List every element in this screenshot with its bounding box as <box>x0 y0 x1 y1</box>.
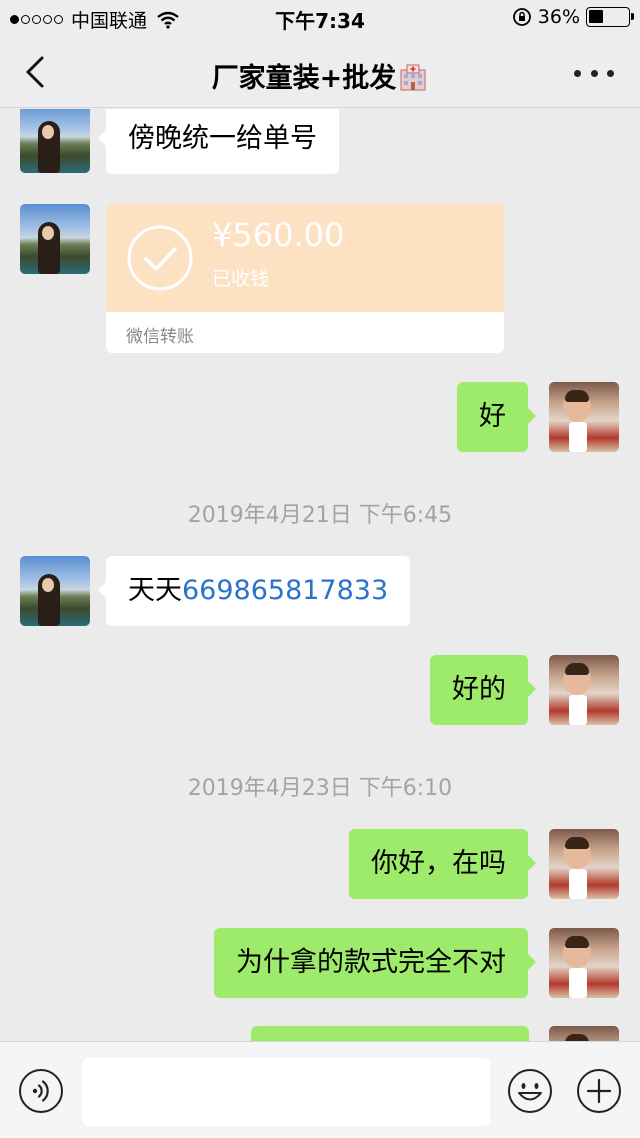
battery-fill <box>589 10 603 23</box>
message-text: 天天 <box>128 575 182 606</box>
contact-avatar[interactable] <box>20 204 90 274</box>
check-circle-icon <box>127 225 193 291</box>
outgoing-message-bubble[interactable]: 好 <box>457 382 536 452</box>
transfer-card-header: ¥560.00 已收钱 <box>106 204 504 312</box>
input-bar <box>0 1041 640 1138</box>
hospital-icon <box>400 64 426 91</box>
outgoing-message-bubble-partial[interactable] <box>251 1026 529 1041</box>
emoji-icon[interactable] <box>507 1068 553 1114</box>
transfer-status: 已收钱 <box>212 268 270 290</box>
my-avatar[interactable] <box>549 829 619 899</box>
plus-icon[interactable] <box>576 1068 622 1114</box>
contact-avatar[interactable] <box>20 109 90 173</box>
more-dot <box>574 69 581 77</box>
status-bar: 中国联通 下午7:34 36% <box>0 0 640 36</box>
outgoing-message-bubble[interactable]: 你好，在吗 <box>349 829 536 899</box>
my-avatar[interactable] <box>549 382 619 452</box>
message-timestamp: 2019年4月23日 下午6:10 <box>187 776 453 801</box>
incoming-message-bubble[interactable]: 傍晚统一给单号 <box>98 109 339 174</box>
battery-icon <box>586 7 634 27</box>
contact-avatar[interactable] <box>20 556 90 626</box>
chat-title-text: 厂家童装+批发 <box>211 63 397 94</box>
transfer-card[interactable]: ¥560.00 已收钱 微信转账 <box>106 204 504 353</box>
outgoing-message-bubble[interactable]: 为什拿的款式完全不对 <box>214 928 536 998</box>
chat-messages[interactable]: 傍晚统一给单号 ¥560.00 已收钱 微信转账 好 2019年4月21日 下午… <box>0 109 640 1041</box>
status-right: 36% <box>512 6 634 28</box>
transfer-footer: 微信转账 <box>126 327 194 347</box>
chat-title: 厂家童装+批发 <box>0 56 640 95</box>
more-options-icon[interactable] <box>574 58 614 88</box>
my-avatar[interactable] <box>549 928 619 998</box>
nav-bar: 厂家童装+批发 <box>0 36 640 108</box>
message-timestamp: 2019年4月21日 下午6:45 <box>187 503 453 528</box>
my-avatar[interactable] <box>549 1026 619 1041</box>
more-dot <box>590 69 598 77</box>
message-input[interactable] <box>82 1058 490 1126</box>
tracking-number-link[interactable]: 669865817833 <box>182 575 388 606</box>
voice-icon[interactable] <box>18 1068 64 1114</box>
battery-percent: 36% <box>537 6 580 28</box>
outgoing-message-bubble[interactable]: 好的 <box>430 655 536 725</box>
rotation-lock-icon <box>512 8 531 26</box>
transfer-amount: ¥560.00 <box>212 216 345 254</box>
incoming-message-bubble[interactable]: 天天669865817833 <box>97 556 411 626</box>
my-avatar[interactable] <box>549 655 619 725</box>
more-dot <box>607 69 614 77</box>
